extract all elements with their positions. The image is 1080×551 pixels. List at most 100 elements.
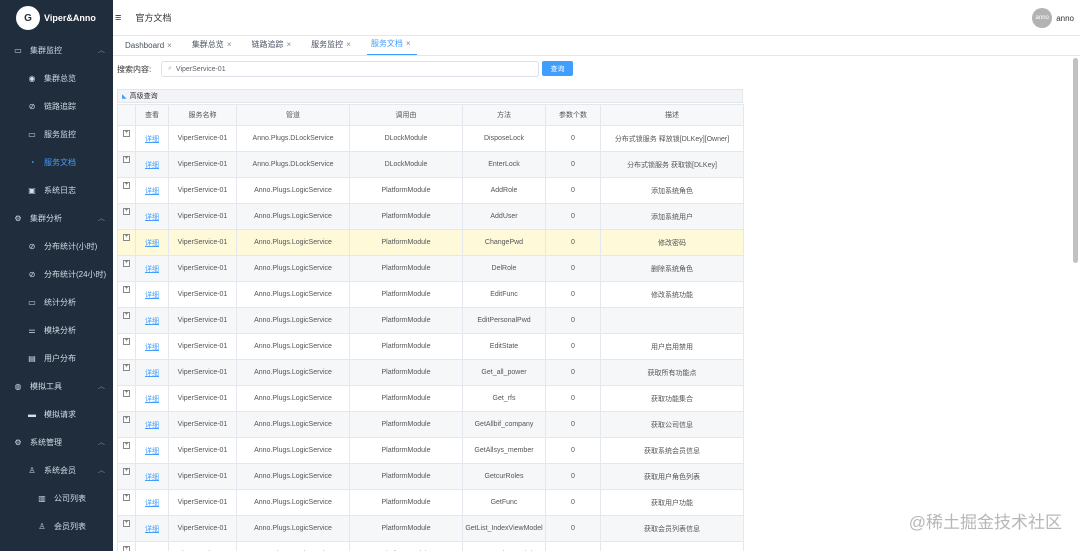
column-header[interactable]: 参数个数 <box>545 104 601 126</box>
column-header[interactable]: 调用由 <box>349 104 463 126</box>
detail-link[interactable]: 详细 <box>145 214 159 221</box>
expand-row-icon[interactable]: + <box>123 260 130 267</box>
query-button[interactable]: 查询 <box>542 61 573 76</box>
table-row[interactable]: +详细ViperService-01Anno.Plugs.LogicServic… <box>117 203 744 230</box>
detail-link[interactable]: 详细 <box>145 422 159 429</box>
detail-link[interactable]: 详细 <box>145 500 159 507</box>
log-icon: ▣ <box>28 185 36 195</box>
tab-service-docs[interactable]: 服务文档 × <box>366 38 417 55</box>
close-icon[interactable]: × <box>167 41 172 50</box>
table-row[interactable]: +详细ViperService-01Anno.Plugs.LogicServic… <box>117 307 744 334</box>
close-icon[interactable]: × <box>286 40 291 49</box>
table-cell: 详细 <box>135 151 169 178</box>
app-logo[interactable]: G Viper&Anno <box>0 0 113 36</box>
detail-link[interactable]: 详细 <box>145 448 159 455</box>
detail-link[interactable]: 详细 <box>145 292 159 299</box>
column-header[interactable]: 管道 <box>236 104 350 126</box>
menu-group-sim-tools[interactable]: ◍ 模拟工具 ︿ <box>0 372 113 400</box>
sidebar-item-user-dist[interactable]: ▤ 用户分布 <box>0 344 113 372</box>
table-row[interactable]: +详细ViperService-01Anno.Plugs.LogicServic… <box>117 541 744 551</box>
expand-row-icon[interactable]: + <box>123 364 130 371</box>
sidebar-item-stats[interactable]: ▭ 统计分析 <box>0 288 113 316</box>
detail-link[interactable]: 详细 <box>145 370 159 377</box>
detail-link[interactable]: 详细 <box>145 344 159 351</box>
column-header[interactable]: 服务名称 <box>168 104 237 126</box>
expand-row-icon[interactable]: + <box>123 442 130 449</box>
tab-service-monitor[interactable]: 服务监控 × <box>307 39 357 55</box>
breadcrumb[interactable]: 官方文档 <box>135 11 171 24</box>
expand-row-icon[interactable]: + <box>123 182 130 189</box>
sidebar-item-service-monitor[interactable]: ▭ 服务监控 <box>0 120 113 148</box>
sidebar-item-module-analysis[interactable]: ⚌ 模块分析 <box>0 316 113 344</box>
table-row[interactable]: +详细ViperService-01Anno.Plugs.LogicServic… <box>117 489 744 516</box>
column-header[interactable]: 方法 <box>462 104 546 126</box>
table-row[interactable]: +详细ViperService-01Anno.Plugs.LogicServic… <box>117 177 744 204</box>
detail-link[interactable]: 详细 <box>145 162 159 169</box>
sidebar-item-dist-24h[interactable]: ⊘ 分布统计(24小时) <box>0 260 113 288</box>
search-input[interactable]: ⌕ ViperService-01 <box>161 61 539 77</box>
expand-row-icon[interactable]: + <box>123 208 130 215</box>
table-row[interactable]: +详细ViperService-01Anno.Plugs.LogicServic… <box>117 229 744 256</box>
close-icon[interactable]: × <box>227 40 232 49</box>
detail-link[interactable]: 详细 <box>145 266 159 273</box>
detail-link[interactable]: 详细 <box>145 396 159 403</box>
detail-link[interactable]: 详细 <box>145 188 159 195</box>
username[interactable]: anno <box>1056 14 1074 23</box>
expand-row-icon[interactable]: + <box>123 520 130 527</box>
detail-link[interactable]: 详细 <box>145 474 159 481</box>
tab-cluster-overview[interactable]: 集群总览 × <box>188 39 238 55</box>
table-row[interactable]: +详细ViperService-01Anno.Plugs.LogicServic… <box>117 515 744 542</box>
expand-row-icon[interactable]: + <box>123 156 130 163</box>
table-row[interactable]: +详细ViperService-01Anno.Plugs.LogicServic… <box>117 255 744 282</box>
sidebar-item-sys-member[interactable]: ♙ 系统会员 ︿ <box>0 456 113 484</box>
cluster-icon: ◉ <box>28 73 36 83</box>
sidebar-item-dist-hour[interactable]: ⊘ 分布统计(小时) <box>0 232 113 260</box>
table-row[interactable]: +详细ViperService-01Anno.Plugs.LogicServic… <box>117 385 744 412</box>
advanced-query-toggle[interactable]: ◣ 高级查询 <box>117 89 743 103</box>
expand-row-icon[interactable]: + <box>123 130 130 137</box>
table-row[interactable]: +详细ViperService-01Anno.Plugs.LogicServic… <box>117 411 744 438</box>
sidebar-item-service-docs[interactable]: ◔ 服务文档 <box>0 148 113 176</box>
table-row[interactable]: +详细ViperService-01Anno.Plugs.LogicServic… <box>117 463 744 490</box>
location-icon: ◍ <box>14 381 22 391</box>
hamburger-menu-icon[interactable]: ≡ <box>115 12 121 24</box>
sidebar-item-company-list[interactable]: ▥ 公司列表 <box>0 484 113 512</box>
column-header[interactable]: 描述 <box>600 104 744 126</box>
table-row[interactable]: + 详细 ViperService-01 Anno.Plugs.DLockServic… <box>117 125 744 152</box>
expand-row-icon[interactable]: + <box>123 468 130 475</box>
detail-link[interactable]: 详细 <box>145 526 159 533</box>
close-icon[interactable]: × <box>346 40 351 49</box>
table-row[interactable]: +详细ViperService-01Anno.Plugs.LogicServic… <box>117 281 744 308</box>
detail-link[interactable]: 详细 <box>145 318 159 325</box>
tab-trace[interactable]: 链路追踪 × <box>247 39 297 55</box>
table-row[interactable]: +详细ViperService-01Anno.Plugs.LogicServic… <box>117 333 744 360</box>
sidebar-item-cluster-overview[interactable]: ◉ 集群总览 <box>0 64 113 92</box>
vertical-scrollbar[interactable] <box>1073 58 1078 263</box>
cell-module: PlatformModule <box>349 281 463 308</box>
detail-link[interactable]: 详细 <box>145 136 159 143</box>
menu-group-cluster-monitor[interactable]: ▭ 集群监控 ︿ <box>0 36 113 64</box>
menu-group-cluster-analysis[interactable]: ⚙ 集群分析 ︿ <box>0 204 113 232</box>
user-menu[interactable]: anno anno <box>1032 8 1074 28</box>
table-row[interactable]: +详细ViperService-01Anno.Plugs.LogicServic… <box>117 359 744 386</box>
detail-link[interactable]: 详细 <box>145 240 159 247</box>
expand-row-icon[interactable]: + <box>123 338 130 345</box>
sidebar-item-sim-request[interactable]: ▬ 模拟请求 <box>0 400 113 428</box>
expand-row-icon[interactable]: + <box>123 312 130 319</box>
avatar[interactable]: anno <box>1032 8 1053 28</box>
tab-dashboard[interactable]: Dashboard × <box>121 41 178 55</box>
table-row[interactable]: + 详细 ViperService-01 Anno.Plugs.DLockServic… <box>117 151 744 178</box>
close-icon[interactable]: × <box>406 39 411 48</box>
sidebar-item-trace[interactable]: ⊘ 链路追踪 <box>0 92 113 120</box>
expand-row-icon[interactable]: + <box>123 546 130 551</box>
table-row[interactable]: +详细ViperService-01Anno.Plugs.LogicServic… <box>117 437 744 464</box>
expand-row-icon[interactable]: + <box>123 234 130 241</box>
sidebar-item-system-log[interactable]: ▣ 系统日志 <box>0 176 113 204</box>
column-header[interactable]: 查看 <box>135 104 169 126</box>
expand-row-icon[interactable]: + <box>123 390 130 397</box>
sidebar-item-member-list[interactable]: ♙ 会员列表 <box>0 512 113 540</box>
expand-row-icon[interactable]: + <box>123 286 130 293</box>
expand-row-icon[interactable]: + <box>123 494 130 501</box>
expand-row-icon[interactable]: + <box>123 416 130 423</box>
menu-group-sys-admin[interactable]: ⚙ 系统管理 ︿ <box>0 428 113 456</box>
